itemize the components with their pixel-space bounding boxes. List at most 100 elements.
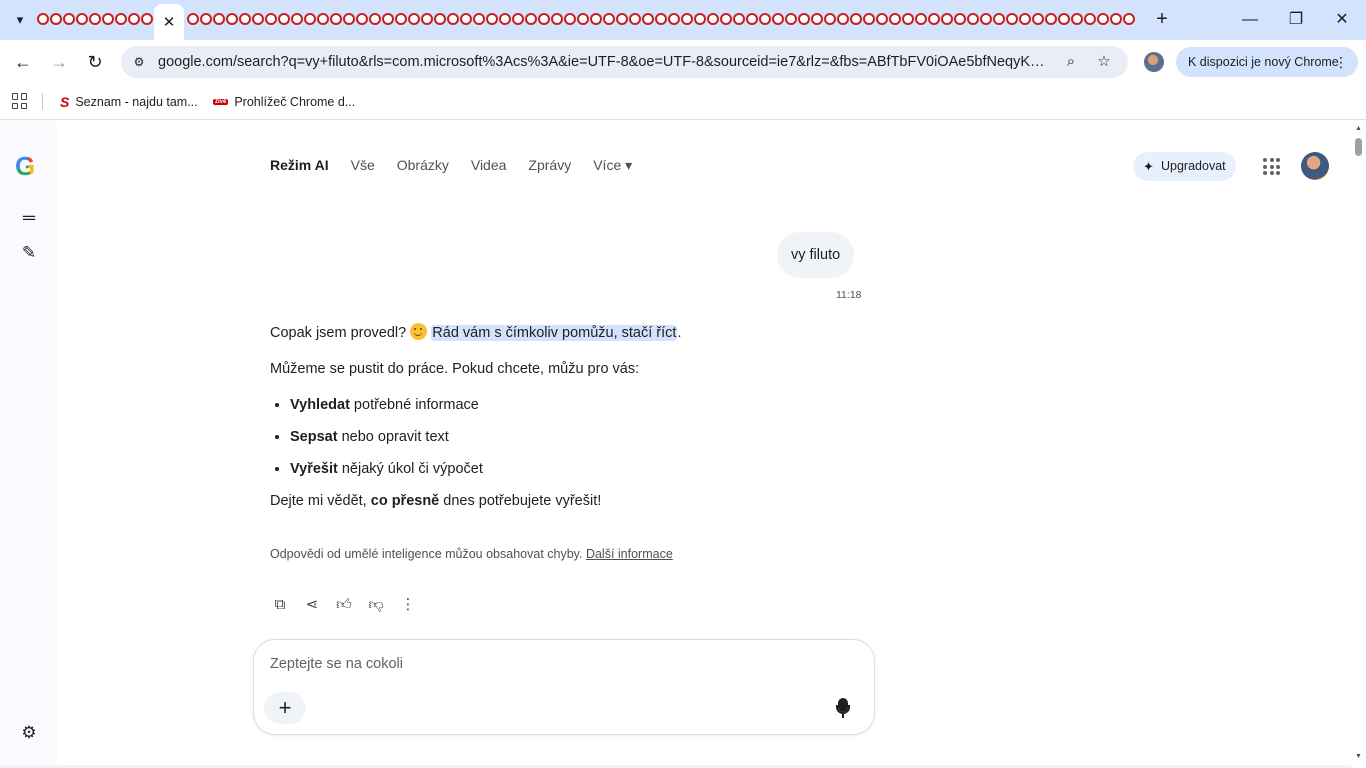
- tab-search-icon[interactable]: ▾: [6, 6, 34, 34]
- restore-button[interactable]: ❐: [1284, 8, 1308, 32]
- bookmark-seznam[interactable]: S Seznam - najdu tam...: [60, 92, 198, 112]
- tab-favicon-icon[interactable]: [62, 11, 75, 27]
- tab-favicon-icon[interactable]: [771, 11, 784, 27]
- tab-favicon-icon[interactable]: [823, 11, 836, 27]
- tab-favicon-icon[interactable]: [1044, 11, 1057, 27]
- tab-favicon-icon[interactable]: [36, 11, 49, 27]
- thumbs-down-icon[interactable]: 👎︎: [366, 595, 386, 615]
- upgrade-button[interactable]: ✦ Upgradovat: [1133, 152, 1236, 181]
- tab-news[interactable]: Zprávy: [528, 157, 571, 174]
- tab-favicon-icon[interactable]: [472, 11, 485, 27]
- tab-favicon-icon[interactable]: [420, 11, 433, 27]
- tab-favicon-icon[interactable]: [225, 11, 238, 27]
- tab-favicon-icon[interactable]: [537, 11, 550, 27]
- new-tab-button[interactable]: +: [1150, 8, 1174, 32]
- tab-all[interactable]: Vše: [351, 157, 375, 174]
- tab-favicon-icon[interactable]: [732, 11, 745, 27]
- tab-favicon-icon[interactable]: [1005, 11, 1018, 27]
- tab-favicon-icon[interactable]: [498, 11, 511, 27]
- tab-favicon-icon[interactable]: [511, 11, 524, 27]
- settings-icon[interactable]: ⚙: [18, 722, 40, 744]
- tab-favicon-icon[interactable]: [88, 11, 101, 27]
- tab-favicon-icon[interactable]: [576, 11, 589, 27]
- share-icon[interactable]: ⋖: [302, 595, 322, 615]
- reload-icon[interactable]: ↻: [81, 48, 109, 76]
- apps-grid-icon[interactable]: [12, 93, 28, 109]
- tab-favicon-icon[interactable]: [485, 11, 498, 27]
- google-apps-icon[interactable]: [1263, 158, 1280, 175]
- tab-favicon-icon[interactable]: [329, 11, 342, 27]
- tab-favicon-icon[interactable]: [602, 11, 615, 27]
- google-logo-icon[interactable]: G: [15, 153, 41, 179]
- tab-favicon-icon[interactable]: [706, 11, 719, 27]
- tab-favicon-icon[interactable]: [628, 11, 641, 27]
- tab-images[interactable]: Obrázky: [397, 157, 449, 174]
- scroll-thumb[interactable]: [1355, 138, 1362, 156]
- tab-favicon-icon[interactable]: [342, 11, 355, 27]
- close-window-button[interactable]: ✕: [1330, 8, 1354, 32]
- tab-favicon-icon[interactable]: [277, 11, 290, 27]
- tab-favicon-icon[interactable]: [589, 11, 602, 27]
- new-chat-icon[interactable]: ✎: [18, 242, 40, 264]
- tab-favicon-icon[interactable]: [1122, 11, 1135, 27]
- tab-more[interactable]: Více ▾: [593, 157, 632, 174]
- tab-favicon-icon[interactable]: [901, 11, 914, 27]
- chrome-update-chip[interactable]: K dispozici je nový Chrome ⋮: [1176, 47, 1358, 77]
- microphone-icon[interactable]: [832, 696, 854, 720]
- tab-favicon-icon[interactable]: [75, 11, 88, 27]
- tab-favicon-icon[interactable]: [1031, 11, 1044, 27]
- tab-favicon-icon[interactable]: [524, 11, 537, 27]
- tab-favicon-icon[interactable]: [966, 11, 979, 27]
- tab-favicon-icon[interactable]: [758, 11, 771, 27]
- tab-favicon-icon[interactable]: [355, 11, 368, 27]
- tab-favicon-icon[interactable]: [927, 11, 940, 27]
- tab-favicon-icon[interactable]: [693, 11, 706, 27]
- tab-favicon-icon[interactable]: [264, 11, 277, 27]
- tab-favicon-icon[interactable]: [745, 11, 758, 27]
- tab-favicon-icon[interactable]: [641, 11, 654, 27]
- tab-favicon-icon[interactable]: [615, 11, 628, 27]
- menu-icon[interactable]: ═: [18, 207, 40, 229]
- tab-favicon-icon[interactable]: [140, 11, 153, 27]
- tab-favicon-icon[interactable]: [199, 11, 212, 27]
- tab-favicon-icon[interactable]: [797, 11, 810, 27]
- tab-favicon-icon[interactable]: [1096, 11, 1109, 27]
- tab-videos[interactable]: Videa: [471, 157, 507, 174]
- tab-favicon-icon[interactable]: [459, 11, 472, 27]
- more-options-icon[interactable]: ⋮: [398, 595, 418, 615]
- scroll-up-icon[interactable]: ▲: [1354, 125, 1363, 134]
- tab-favicon-icon[interactable]: [1057, 11, 1070, 27]
- copy-icon[interactable]: ⧉: [270, 595, 290, 615]
- tab-favicon-icon[interactable]: [875, 11, 888, 27]
- tab-favicon-icon[interactable]: [407, 11, 420, 27]
- tab-favicon-icon[interactable]: [550, 11, 563, 27]
- tab-favicon-icon[interactable]: [290, 11, 303, 27]
- tab-favicon-icon[interactable]: [563, 11, 576, 27]
- tab-favicon-icon[interactable]: [101, 11, 114, 27]
- tab-favicon-icon[interactable]: [979, 11, 992, 27]
- minimize-button[interactable]: —: [1238, 8, 1262, 32]
- tab-favicon-icon[interactable]: [1070, 11, 1083, 27]
- account-avatar[interactable]: [1301, 152, 1329, 180]
- tab-ai-mode[interactable]: Režim AI: [270, 157, 329, 174]
- tab-favicon-icon[interactable]: [862, 11, 875, 27]
- tab-favicon-icon[interactable]: [888, 11, 901, 27]
- tab-favicon-icon[interactable]: [251, 11, 264, 27]
- tab-favicon-icon[interactable]: [784, 11, 797, 27]
- tab-favicon-icon[interactable]: [381, 11, 394, 27]
- tab-favicon-icon[interactable]: [212, 11, 225, 27]
- address-bar[interactable]: ⚙ google.com/search?q=vy+filuto&rls=com.…: [121, 46, 1128, 78]
- tab-favicon-icon[interactable]: [186, 11, 199, 27]
- tab-favicon-icon[interactable]: [810, 11, 823, 27]
- tab-favicon-icon[interactable]: [953, 11, 966, 27]
- tab-favicon-icon[interactable]: [719, 11, 732, 27]
- url-text[interactable]: google.com/search?q=vy+filuto&rls=com.mi…: [158, 54, 1048, 70]
- bookmark-chrome-download[interactable]: živě Prohlížeč Chrome d...: [213, 92, 355, 112]
- tab-favicon-icon[interactable]: [238, 11, 251, 27]
- tab-favicon-icon[interactable]: [1109, 11, 1122, 27]
- tab-favicon-icon[interactable]: [49, 11, 62, 27]
- back-icon[interactable]: ←: [9, 48, 37, 76]
- learn-more-link[interactable]: Další informace: [586, 547, 673, 561]
- tab-favicon-icon[interactable]: [992, 11, 1005, 27]
- ask-input[interactable]: [270, 656, 830, 672]
